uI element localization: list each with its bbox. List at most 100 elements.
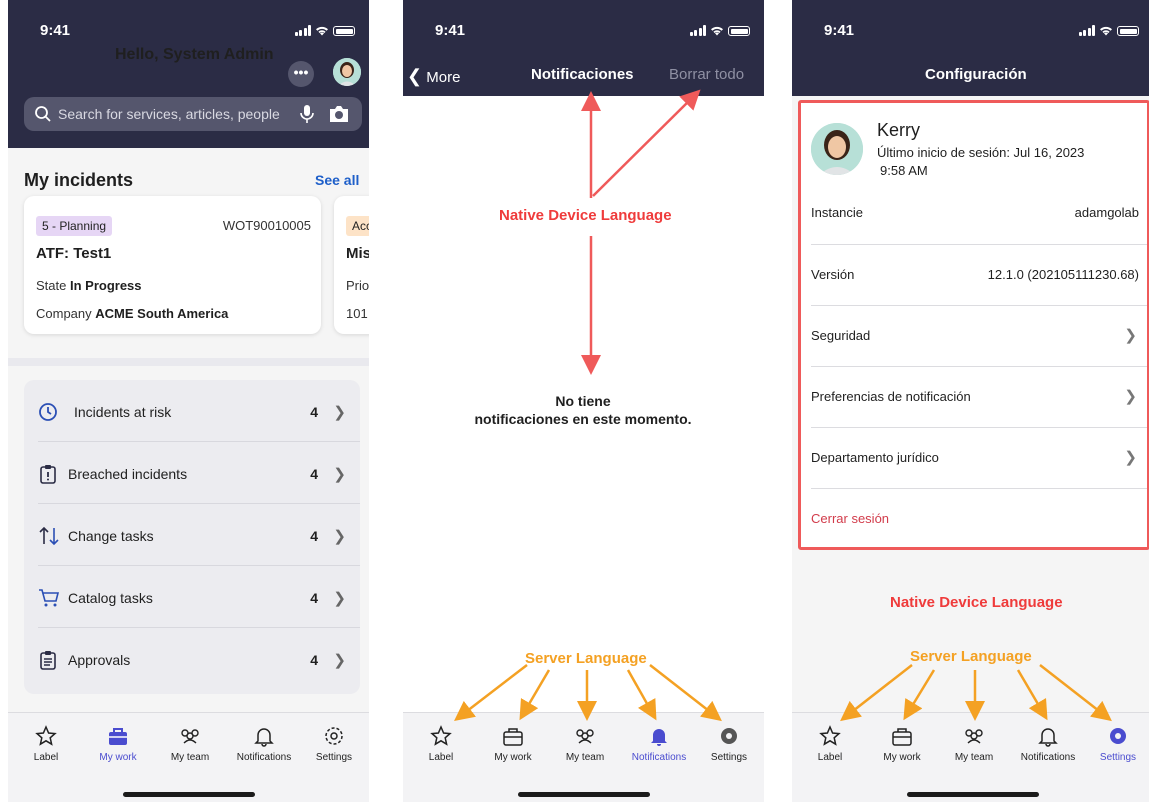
list-item-approvals[interactable]: Approvals 4 ❯ <box>24 628 360 690</box>
tab-notifications[interactable]: Notifications <box>228 723 300 763</box>
row-security[interactable]: Seguridad ❯ <box>811 305 1147 366</box>
chevron-right-icon: ❯ <box>1124 388 1137 405</box>
tab-label-text: Label <box>817 752 843 763</box>
avatar-image <box>811 123 863 175</box>
list-item-label: Change tasks <box>68 528 154 544</box>
row-version: Versión 12.1.0 (202105111230.68) <box>811 244 1147 305</box>
company-row: 101 G <box>346 306 369 321</box>
tab-settings[interactable]: Settings <box>693 723 764 763</box>
status-time: 9:41 <box>40 22 71 39</box>
tab-my-team[interactable]: My team <box>549 723 621 763</box>
tab-label-text: Notifications <box>236 752 292 763</box>
section-title: My incidents <box>24 170 134 190</box>
tab-my-team[interactable]: My team <box>938 723 1010 763</box>
company-row: Company ACME South America <box>36 306 228 321</box>
state-value: In Progress <box>69 278 142 293</box>
logout-button[interactable]: Cerrar sesión <box>811 511 889 526</box>
tab-bar: Label My work My team Notifications Sett… <box>792 712 1149 802</box>
status-bar: 9:41 <box>8 0 369 46</box>
more-options-button[interactable]: ••• <box>288 61 314 87</box>
empty-line-1: No tiene <box>555 393 611 409</box>
team-icon <box>576 729 594 744</box>
tab-label-text: My work <box>883 752 921 763</box>
camera-icon[interactable] <box>328 105 350 123</box>
wifi-icon <box>316 26 328 36</box>
tab-my-team[interactable]: My team <box>154 723 226 763</box>
list-item-label: Incidents at risk <box>74 404 172 420</box>
user-name: Kerry <box>877 120 921 140</box>
row-notification-preferences[interactable]: Preferencias de notificación ❯ <box>811 366 1147 427</box>
clear-all-button[interactable]: Borrar todo <box>669 66 744 83</box>
list-item-count: 4 <box>310 466 318 482</box>
see-all-link[interactable]: See all <box>315 172 359 188</box>
list-item-count: 4 <box>310 590 318 606</box>
briefcase-icon <box>503 728 523 746</box>
empty-state-message: No tiene notificaciones en este momento. <box>433 392 733 428</box>
tab-notifications[interactable]: Notifications <box>1012 723 1084 763</box>
tab-label-text: My team <box>954 752 994 763</box>
state-row: State In Progress <box>36 278 142 293</box>
tab-label-text: My work <box>99 752 137 763</box>
list-item-catalog-tasks[interactable]: Catalog tasks 4 ❯ <box>24 566 360 628</box>
tab-label-text: Settings <box>315 752 353 763</box>
search-bar[interactable]: Search for services, articles, people <box>24 97 362 131</box>
tab-my-work[interactable]: My work <box>866 723 938 763</box>
system-icons <box>1078 24 1139 36</box>
tab-label[interactable]: Label <box>405 723 477 763</box>
gear-icon <box>325 727 343 745</box>
settings-screen: 9:41 Configuración Kerry Último inicio d… <box>792 0 1149 802</box>
star-icon <box>430 725 452 746</box>
incident-number: WOT90010005 <box>222 218 311 233</box>
page-title: Notificaciones <box>531 66 634 83</box>
back-label: More <box>426 69 461 86</box>
list-item-label: Breached incidents <box>68 466 188 482</box>
status-bar: 9:41 <box>403 0 764 46</box>
briefcase-icon <box>892 728 912 746</box>
back-button[interactable]: ❮ More <box>407 66 460 87</box>
user-avatar[interactable] <box>333 58 361 86</box>
microphone-icon[interactable] <box>299 104 315 124</box>
battery-icon <box>333 26 355 36</box>
list-item-change-tasks[interactable]: Change tasks 4 ❯ <box>24 504 360 566</box>
tab-settings[interactable]: Settings <box>1082 723 1149 763</box>
tab-label[interactable]: Label <box>794 723 866 763</box>
tab-notifications[interactable]: Notifications <box>623 723 695 763</box>
annotation-server-language: Server Language <box>525 650 647 667</box>
search-placeholder: Search for services, articles, people <box>58 106 280 122</box>
team-icon <box>965 729 983 744</box>
battery-icon <box>1117 26 1139 36</box>
row-instance: Instancie adamgolab <box>811 183 1147 243</box>
wifi-icon <box>1100 26 1112 36</box>
list-item-label: Catalog tasks <box>68 590 153 606</box>
wifi-icon <box>711 26 723 36</box>
tab-label[interactable]: Label <box>10 723 82 763</box>
tab-my-work[interactable]: My work <box>82 723 154 763</box>
gear-icon <box>1110 728 1126 744</box>
section-divider <box>8 358 369 366</box>
tab-bar: Label My work My team Notifications Sett… <box>8 712 369 802</box>
chevron-right-icon: ❯ <box>333 590 346 607</box>
bell-icon <box>1038 728 1058 747</box>
annotation-server-language: Server Language <box>910 648 1032 665</box>
status-bar: 9:41 <box>792 0 1149 46</box>
tab-settings[interactable]: Settings <box>298 723 369 763</box>
state-badge: Acce <box>346 216 369 236</box>
row-legal[interactable]: Departamento jurídico ❯ <box>811 427 1147 488</box>
incident-card[interactable]: 5 - Planning WOT90010005 ATF: Test1 Stat… <box>24 196 321 334</box>
chevron-left-icon: ❮ <box>407 66 423 86</box>
list-item-incidents-at-risk[interactable]: Incidents at risk 4 ❯ <box>24 380 360 442</box>
logout-row[interactable]: Cerrar sesión <box>811 488 1147 549</box>
last-login: Último inicio de sesión: Jul 16, 2023 9:… <box>877 144 1137 180</box>
task-list: Incidents at risk 4 ❯ Breached incidents… <box>24 380 360 694</box>
notifications-screen: 9:41 ❮ More Notificaciones Borrar todo N… <box>403 0 764 802</box>
tab-label-text: Notifications <box>1020 752 1076 763</box>
team-icon <box>181 729 199 744</box>
home-indicator <box>122 792 255 797</box>
list-item-breached-incidents[interactable]: Breached incidents 4 ❯ <box>24 442 360 504</box>
chevron-right-icon: ❯ <box>333 652 346 669</box>
tab-my-work[interactable]: My work <box>477 723 549 763</box>
star-icon <box>35 725 57 746</box>
empty-line-2: notificaciones en este momento. <box>474 411 692 427</box>
tab-label-text: Label <box>33 752 59 763</box>
incident-card[interactable]: Acce Miss Priori 101 G <box>334 196 369 334</box>
